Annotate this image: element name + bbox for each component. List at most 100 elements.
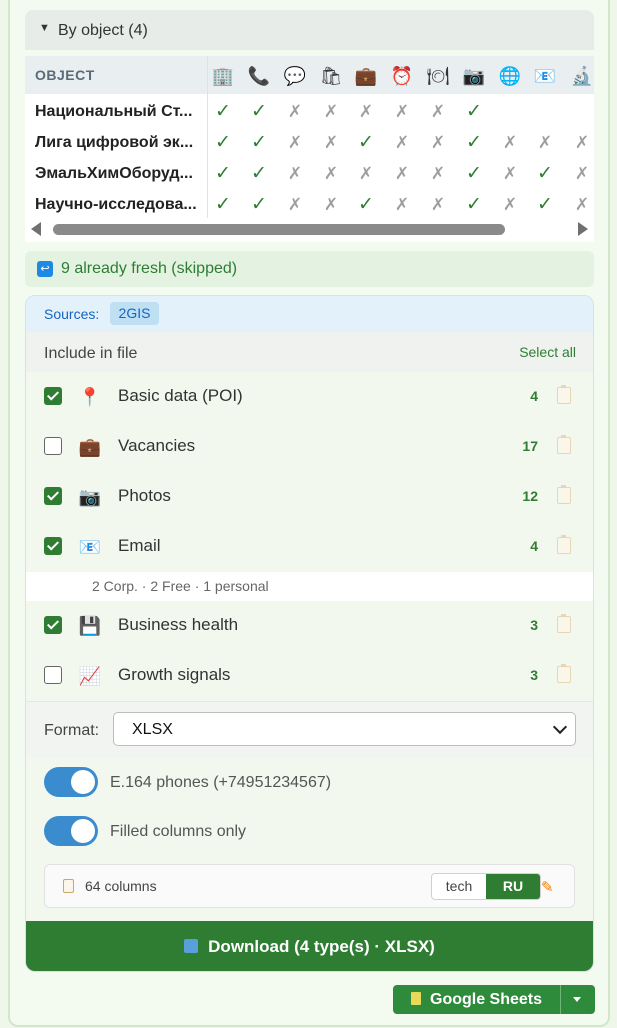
table-row[interactable]: ЭмальХимОборуд... ✓ ✓ ✗ ✗ ✗ ✗ ✗ ✓ ✗ ✓ ✗ xyxy=(25,158,594,189)
object-table: OBJECT Национальный Ст... ✓ ✓ ✗ ✗ ✗ ✗ ✗ ✓ Лига ци… xyxy=(25,56,594,242)
clipboard-icon xyxy=(63,879,74,893)
object-column-header: OBJECT xyxy=(35,67,95,83)
dropdown-arrow-icon[interactable] xyxy=(573,997,581,1002)
table-row[interactable]: Научно-исследова... ✓ ✓ ✗ ✗ ✓ ✗ ✗ ✓ ✗ ✓ ✗ xyxy=(25,189,594,220)
include-option[interactable]: 📷 Photos 12 xyxy=(26,472,593,522)
email-icon: 📧 xyxy=(533,66,557,86)
check-icon: ✓ xyxy=(251,132,267,153)
columns-bar: 64 columns tech RU ✎ xyxy=(44,864,575,908)
scroll-right-arrow-icon[interactable] xyxy=(578,222,588,236)
cross-icon: ✗ xyxy=(574,164,590,183)
sources-label: Sources: xyxy=(44,306,100,322)
google-sheets-button[interactable]: Google Sheets xyxy=(393,985,595,1014)
pencil-icon[interactable]: ✎ xyxy=(541,878,554,896)
check-icon: ✓ xyxy=(466,163,482,184)
speech-bubble-icon: 💬 xyxy=(283,66,307,86)
include-checkbox[interactable] xyxy=(44,616,62,634)
ru-option[interactable]: RU xyxy=(486,874,540,899)
header-language-toggle: tech RU xyxy=(431,873,541,900)
clipboard-icon[interactable] xyxy=(557,614,571,633)
globe-icon: 🌐 xyxy=(498,66,522,86)
google-sheets-label: Google Sheets xyxy=(430,991,543,1008)
clipboard-icon[interactable] xyxy=(557,385,571,404)
tech-option[interactable]: tech xyxy=(432,874,486,899)
include-option[interactable]: 📍 Basic data (POI) 4 xyxy=(26,372,593,422)
include-checkbox[interactable] xyxy=(44,537,62,555)
include-option-count: 17 xyxy=(522,438,538,454)
briefcase-icon: 💼 xyxy=(78,437,102,457)
scrollbar-thumb[interactable] xyxy=(53,224,505,235)
floppy-disk-icon: 💾 xyxy=(78,616,102,636)
format-select[interactable]: XLSX xyxy=(113,712,576,746)
email-icon: 📧 xyxy=(78,537,102,557)
cross-icon: ✗ xyxy=(287,133,303,152)
select-all-link[interactable]: Select all xyxy=(519,344,576,360)
cross-icon: ✗ xyxy=(394,195,410,214)
email-breakdown: 2 Corp. · 2 Free · 1 personal xyxy=(26,572,593,601)
alarm-clock-icon: ⏰ xyxy=(390,66,414,86)
download-button[interactable]: Download (4 type(s) · XLSX) xyxy=(26,921,593,971)
table-row[interactable]: Лига цифровой эк... ✓ ✓ ✗ ✗ ✓ ✗ ✗ ✓ ✗ ✗ ✗ xyxy=(25,127,594,158)
clipboard-icon[interactable] xyxy=(557,435,571,454)
check-icon: ✓ xyxy=(215,101,231,122)
check-icon: ✓ xyxy=(466,132,482,153)
table-row[interactable]: Национальный Ст... ✓ ✓ ✗ ✗ ✗ ✗ ✗ ✓ xyxy=(25,96,594,127)
include-option-count: 3 xyxy=(530,617,538,633)
cross-icon: ✗ xyxy=(574,195,590,214)
cross-icon: ✗ xyxy=(502,195,518,214)
fresh-notice: ↩ 9 already fresh (skipped) xyxy=(25,251,594,287)
filled-columns-label: Filled columns only xyxy=(110,823,247,840)
download-box-icon xyxy=(184,939,199,953)
check-icon: ✓ xyxy=(215,132,231,153)
cross-icon: ✗ xyxy=(394,133,410,152)
sources-bar: Sources: 2GIS xyxy=(26,296,593,332)
filled-columns-toggle[interactable] xyxy=(44,816,98,846)
e164-phones-toggle[interactable] xyxy=(44,767,98,797)
include-checkbox[interactable] xyxy=(44,487,62,505)
source-chip-2gis[interactable]: 2GIS xyxy=(110,302,159,325)
check-icon: ✓ xyxy=(215,194,231,215)
cross-icon: ✗ xyxy=(537,133,553,152)
clipboard-icon[interactable] xyxy=(557,664,571,683)
check-icon: ✓ xyxy=(251,194,267,215)
check-icon: ✓ xyxy=(358,132,374,153)
scroll-left-arrow-icon[interactable] xyxy=(31,222,41,236)
include-option-label: Vacancies xyxy=(118,436,196,455)
horizontal-scrollbar[interactable] xyxy=(25,218,594,242)
sheets-book-icon xyxy=(411,992,421,1005)
check-icon: ✓ xyxy=(537,163,553,184)
include-option-count: 4 xyxy=(530,388,538,404)
include-option-label: Photos xyxy=(118,486,171,505)
include-option-count: 4 xyxy=(530,538,538,554)
cross-icon: ✗ xyxy=(287,164,303,183)
by-object-section-header[interactable]: ▼ By object (4) xyxy=(25,10,594,50)
clipboard-icon[interactable] xyxy=(557,535,571,554)
include-option[interactable]: 📧 Email 4 xyxy=(26,522,593,572)
clipboard-icon[interactable] xyxy=(557,485,571,504)
include-option[interactable]: 💼 Vacancies 17 xyxy=(26,422,593,472)
check-icon: ✓ xyxy=(466,101,482,122)
building-icon: 🏢 xyxy=(211,66,235,86)
shopping-bags-icon: 🛍 xyxy=(319,66,343,86)
export-options-panel: Sources: 2GIS Include in file Select all… xyxy=(25,295,594,972)
cross-icon: ✗ xyxy=(502,164,518,183)
include-checkbox[interactable] xyxy=(44,666,62,684)
object-name: Лига цифровой эк... xyxy=(35,134,194,151)
pin-icon: 📍 xyxy=(78,387,102,407)
include-option[interactable]: 📈 Growth signals 3 xyxy=(26,651,593,701)
object-name: Национальный Ст... xyxy=(35,103,193,120)
format-label: Format: xyxy=(44,722,100,739)
cross-icon: ✗ xyxy=(430,164,446,183)
include-checkbox[interactable] xyxy=(44,387,62,405)
include-option-label: Business health xyxy=(118,615,239,634)
cross-icon: ✗ xyxy=(323,164,339,183)
include-option-label: Email xyxy=(118,536,161,555)
include-option[interactable]: 💾 Business health 3 xyxy=(26,601,593,651)
split-divider xyxy=(560,985,561,1014)
check-icon: ✓ xyxy=(251,163,267,184)
include-checkbox[interactable] xyxy=(44,437,62,455)
cross-icon: ✗ xyxy=(502,133,518,152)
download-label: Download (4 type(s) · XLSX) xyxy=(208,937,435,956)
collapse-triangle-icon: ▼ xyxy=(39,22,50,34)
format-row: Format: XLSX xyxy=(26,701,593,758)
